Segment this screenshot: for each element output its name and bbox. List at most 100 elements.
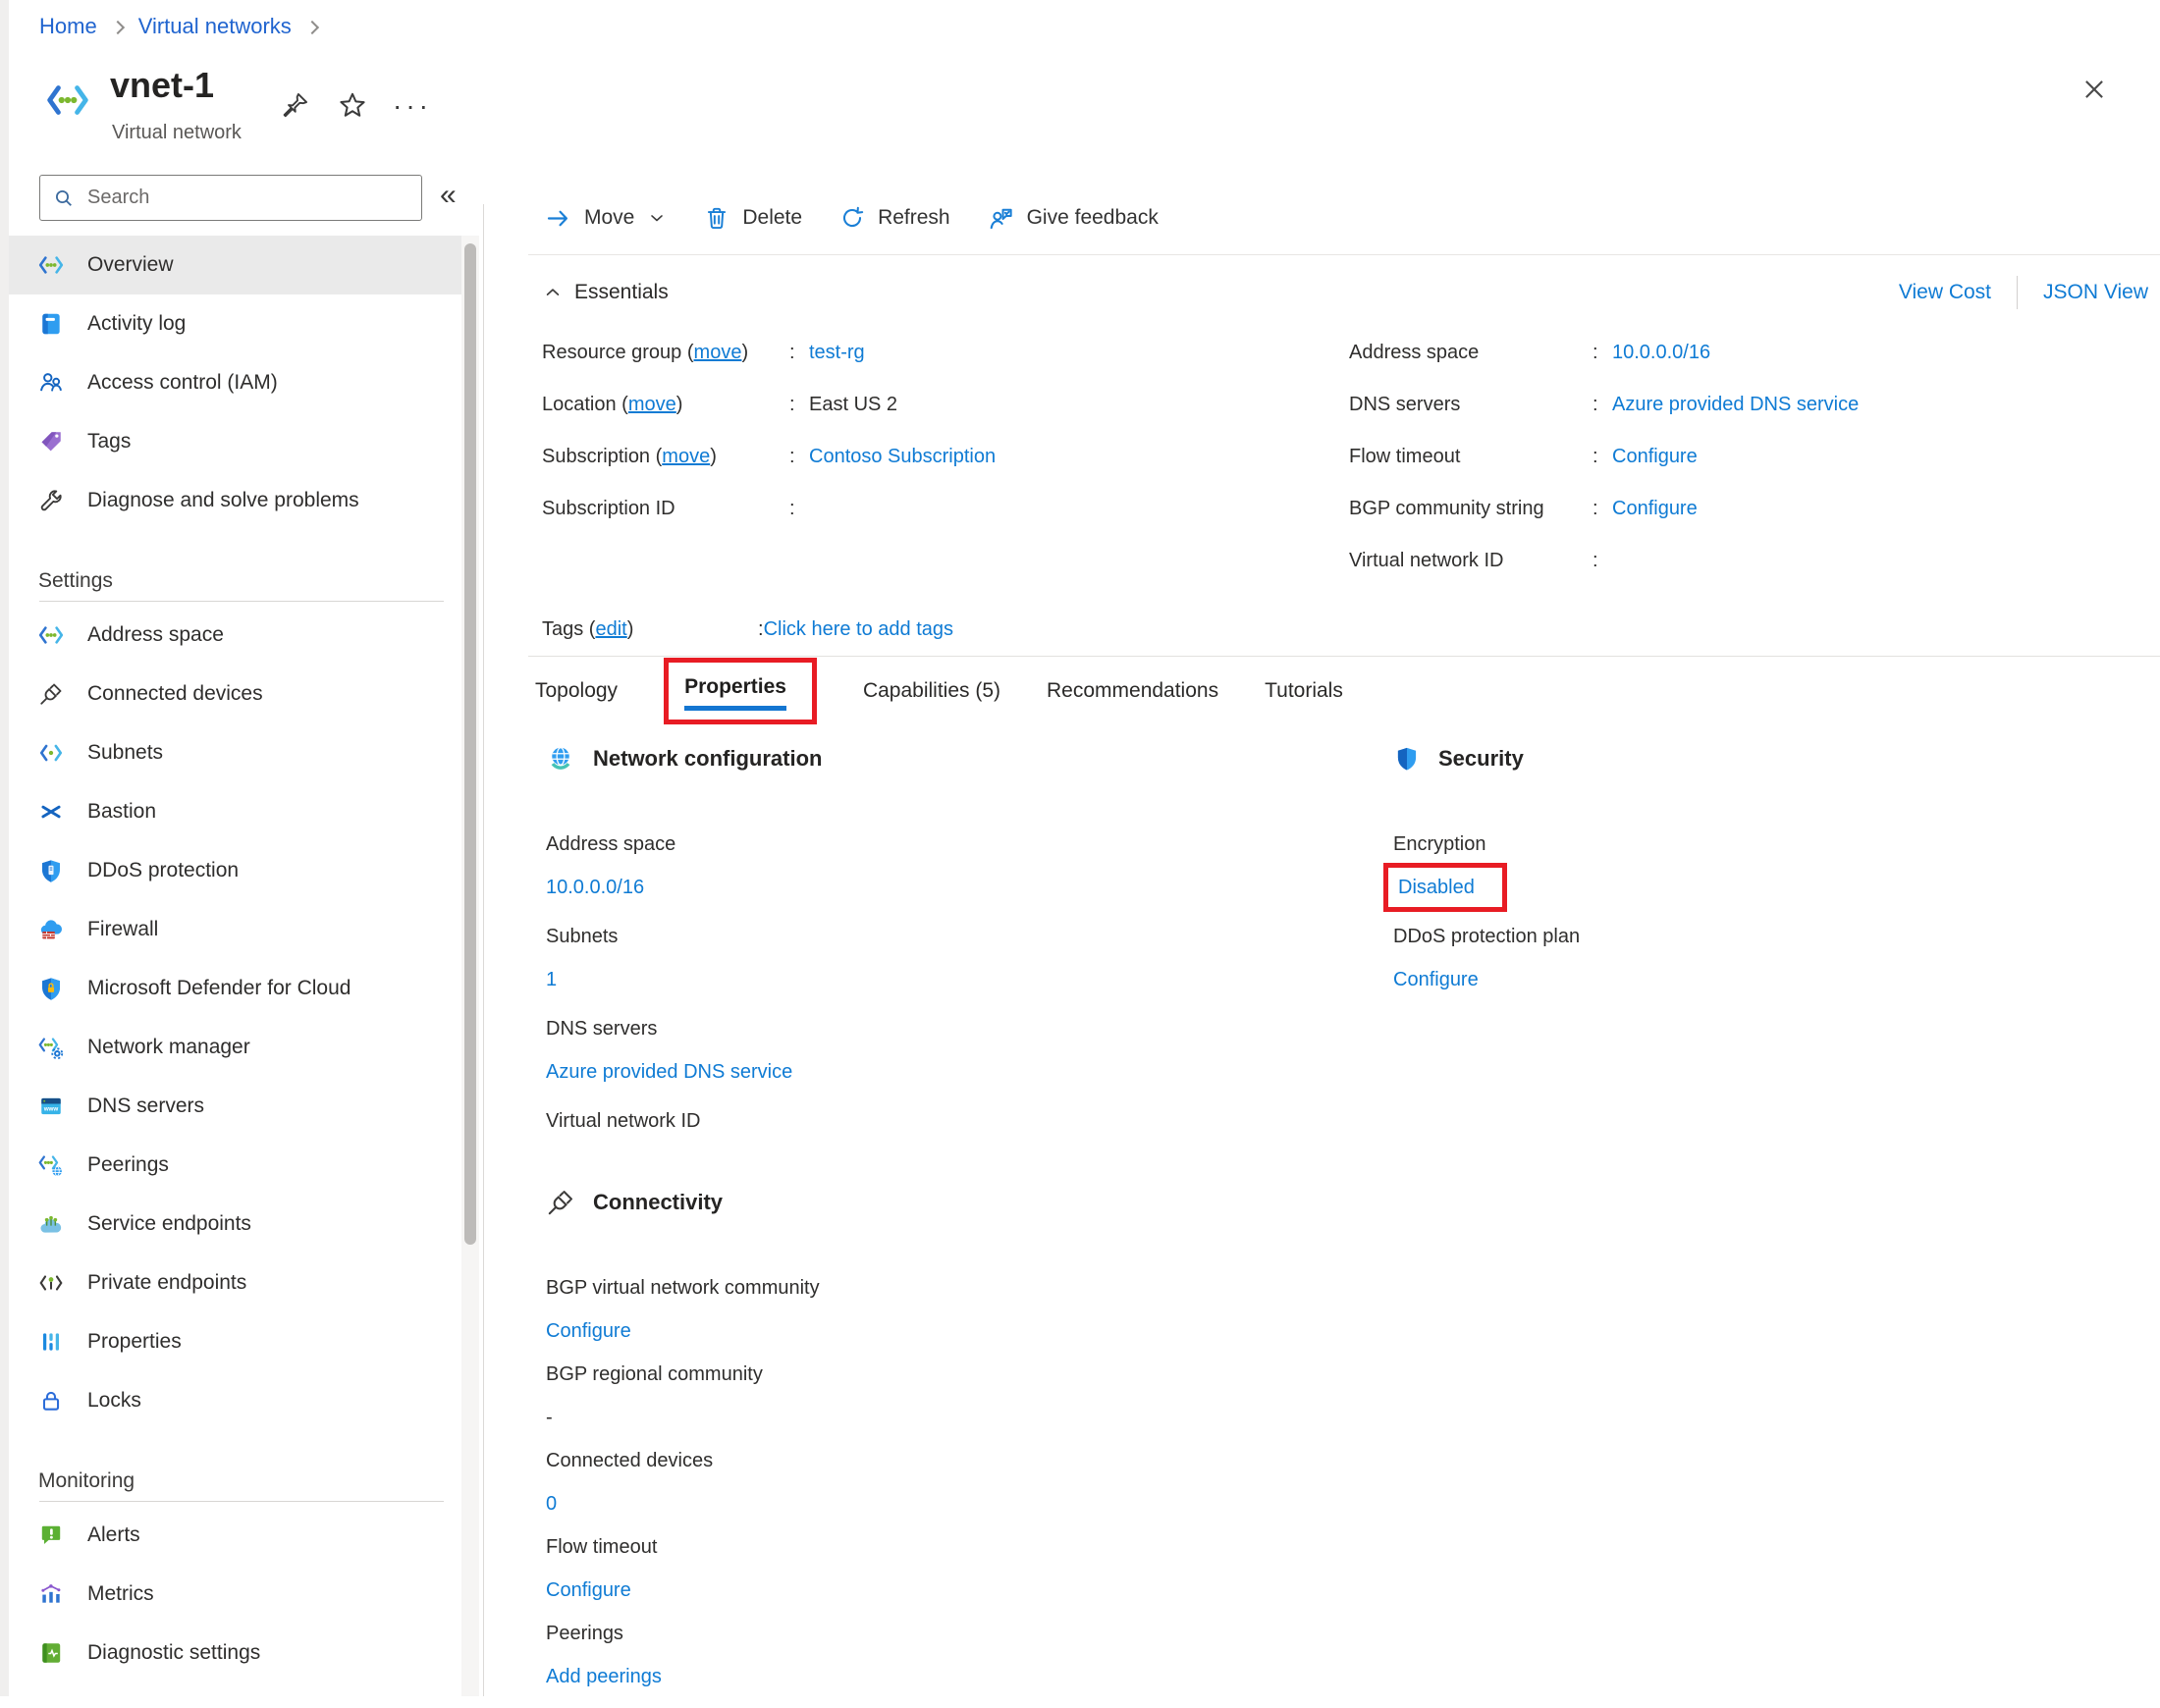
prop-label: Connected devices: [546, 1450, 714, 1471]
tag-icon: [38, 429, 64, 454]
sidebar-item-overview[interactable]: Overview: [9, 236, 464, 294]
connected-devices-count-link[interactable]: 0: [546, 1493, 557, 1515]
move-label: Move: [584, 206, 635, 229]
sidebar-item-service-endpoints[interactable]: Service endpoints: [9, 1195, 464, 1254]
sidebar-item-alerts[interactable]: Alerts: [9, 1506, 464, 1565]
address-space-value-link[interactable]: 10.0.0.0/16: [546, 877, 644, 898]
sidebar-item-private-endpoints[interactable]: Private endpoints: [9, 1254, 464, 1312]
tab-topology[interactable]: Topology: [535, 679, 618, 703]
dns-service-link[interactable]: Azure provided DNS service: [546, 1061, 792, 1083]
sidebar-item-peerings[interactable]: Peerings: [9, 1136, 464, 1195]
refresh-button[interactable]: Refresh: [839, 205, 950, 231]
sidebar-item-properties[interactable]: Properties: [9, 1312, 464, 1371]
more-options-icon[interactable]: ···: [393, 90, 432, 122]
sidebar-search[interactable]: [39, 175, 422, 221]
address-space-link[interactable]: 10.0.0.0/16: [1612, 342, 1710, 364]
sidebar-item-access-control[interactable]: Access control (IAM): [9, 353, 464, 412]
subnets-count-link[interactable]: 1: [546, 969, 557, 990]
sidebar-item-address-space[interactable]: Address space: [9, 606, 464, 665]
tab-properties[interactable]: Properties: [664, 658, 817, 724]
add-peerings-link[interactable]: Add peerings: [546, 1666, 662, 1687]
view-cost-link[interactable]: View Cost: [1899, 281, 1991, 304]
flow-timeout-configure-link[interactable]: Configure: [1612, 446, 1698, 468]
essentials-collapse[interactable]: Essentials: [543, 281, 669, 304]
wrench-icon: [38, 488, 64, 513]
tab-bar: Topology Properties Capabilities (5) Rec…: [535, 658, 1343, 724]
breadcrumb-home-link[interactable]: Home: [39, 14, 97, 39]
move-button[interactable]: Move: [545, 205, 667, 232]
sidebar-scrollbar-thumb[interactable]: [464, 243, 476, 1245]
sidebar-item-dns-servers[interactable]: www DNS servers: [9, 1077, 464, 1136]
label-text: Address space: [1349, 342, 1480, 363]
favorite-star-icon[interactable]: [338, 90, 367, 120]
flow-timeout-configure-link2[interactable]: Configure: [546, 1579, 631, 1601]
move-location-link[interactable]: move: [628, 394, 676, 415]
page-title: vnet-1: [110, 65, 215, 105]
resource-group-link[interactable]: test-rg: [809, 342, 865, 364]
sidebar-item-connected-devices[interactable]: Connected devices: [9, 665, 464, 723]
sidebar-item-firewall[interactable]: Firewall: [9, 900, 464, 959]
sidebar-item-metrics[interactable]: Metrics: [9, 1565, 464, 1624]
essentials-row-vnet-id: Virtual network ID :: [1349, 550, 1859, 602]
prop-subnets: Subnets 1: [546, 925, 1292, 991]
section-title: Network configuration: [593, 746, 823, 771]
json-view-link[interactable]: JSON View: [2043, 281, 2148, 304]
virtual-network-icon: [38, 252, 64, 278]
search-input[interactable]: [87, 187, 382, 209]
label-text: Location (: [542, 394, 628, 415]
prop-address-space: Address space 10.0.0.0/16: [546, 832, 1292, 899]
label-text: Virtual network ID: [1349, 550, 1504, 571]
sidebar-item-bastion[interactable]: Bastion: [9, 782, 464, 841]
sidebar-item-diagnose[interactable]: Diagnose and solve problems: [9, 471, 464, 530]
sidebar-item-diagnostic-settings[interactable]: Diagnostic settings: [9, 1624, 464, 1682]
prop-label: Address space: [546, 833, 676, 855]
delete-button[interactable]: Delete: [704, 205, 802, 231]
breadcrumb-virtual-networks-link[interactable]: Virtual networks: [138, 14, 292, 39]
sidebar-item-label: Tags: [87, 430, 132, 453]
dns-servers-link[interactable]: Azure provided DNS service: [1612, 394, 1859, 416]
tab-recommendations[interactable]: Recommendations: [1047, 679, 1218, 703]
properties-right-column: Security Encryption Disabled DDoS protec…: [1383, 742, 2022, 1017]
sidebar-item-defender[interactable]: Microsoft Defender for Cloud: [9, 959, 464, 1018]
label-text: ): [626, 618, 634, 640]
move-resource-group-link[interactable]: move: [694, 342, 742, 363]
move-subscription-link[interactable]: move: [662, 446, 710, 467]
pin-icon[interactable]: [282, 91, 309, 119]
ddos-plan-configure-link[interactable]: Configure: [1393, 969, 1479, 990]
prop-connected-devices: Connected devices 0: [546, 1449, 1292, 1516]
essentials-row-bgp-community: BGP community string : Configure: [1349, 498, 1859, 550]
lock-icon: [38, 1388, 64, 1414]
subscription-link[interactable]: Contoso Subscription: [809, 446, 996, 468]
sidebar-section-settings: Settings: [38, 569, 113, 592]
virtual-network-icon: [41, 79, 94, 122]
tab-capabilities[interactable]: Capabilities (5): [863, 679, 1000, 703]
tab-tutorials[interactable]: Tutorials: [1265, 679, 1343, 703]
sidebar-item-label: Overview: [87, 253, 174, 276]
sidebar-item-label: Diagnostic settings: [87, 1641, 261, 1664]
edit-tags-link[interactable]: edit: [595, 618, 626, 640]
sidebar-item-label: Peerings: [87, 1153, 169, 1176]
give-feedback-label: Give feedback: [1026, 206, 1159, 229]
breadcrumb-chevron-icon: [110, 20, 125, 35]
sidebar-item-activity-log[interactable]: Activity log: [9, 294, 464, 353]
bgp-vnet-community-configure-link[interactable]: Configure: [546, 1320, 631, 1342]
colon: :: [789, 498, 795, 519]
sidebar-item-tags[interactable]: Tags: [9, 412, 464, 471]
bgp-community-configure-link[interactable]: Configure: [1612, 498, 1698, 520]
sidebar-item-ddos-protection[interactable]: DDoS protection: [9, 841, 464, 900]
trash-icon: [704, 205, 729, 231]
sidebar-item-subnets[interactable]: Subnets: [9, 723, 464, 782]
sidebar-item-label: Connected devices: [87, 682, 263, 705]
add-tags-link[interactable]: Click here to add tags: [764, 618, 953, 641]
label-text: ): [675, 394, 683, 415]
sidebar-item-network-manager[interactable]: Network manager: [9, 1018, 464, 1077]
sidebar-item-logs[interactable]: Logs: [9, 1682, 464, 1696]
collapse-sidebar-icon[interactable]: «: [440, 179, 457, 212]
prop-dns-servers: DNS servers Azure provided DNS service: [546, 1017, 1292, 1084]
activity-log-icon: [38, 311, 64, 337]
give-feedback-button[interactable]: Give feedback: [988, 205, 1159, 232]
sidebar-item-locks[interactable]: Locks: [9, 1371, 464, 1430]
sidebar-item-label: Locks: [87, 1389, 141, 1412]
close-icon[interactable]: [2079, 75, 2109, 104]
encryption-status-link[interactable]: Disabled: [1398, 877, 1475, 898]
